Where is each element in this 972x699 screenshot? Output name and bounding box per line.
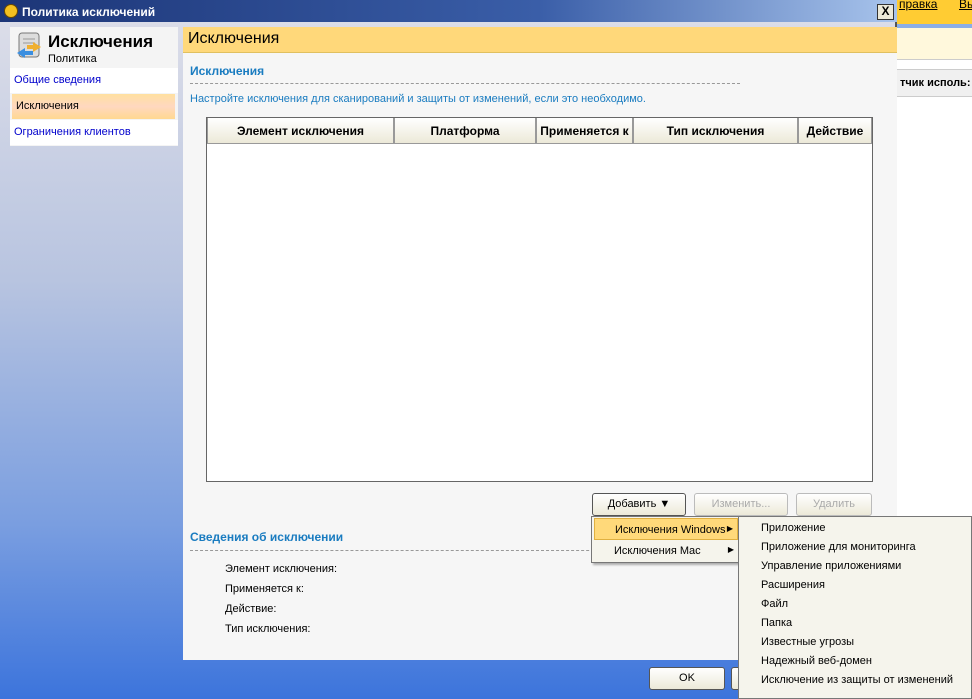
detail-label-type: Тип исключения: xyxy=(225,623,311,635)
close-button[interactable]: X xyxy=(877,4,894,20)
menu-link-help[interactable]: правка xyxy=(899,0,937,11)
exclusions-table[interactable]: Элемент исключения Платформа Применяется… xyxy=(206,117,873,482)
dropdown-arrow-icon: ▼ xyxy=(659,498,671,510)
edit-button[interactable]: Изменить... xyxy=(694,493,788,516)
add-button[interactable]: Добавить ▼ xyxy=(592,493,686,516)
window-title: Политика исключений xyxy=(22,5,156,19)
column-header-platform[interactable]: Платформа xyxy=(394,118,536,144)
add-button-label: Добавить xyxy=(607,498,657,510)
column-header-action[interactable]: Действие xyxy=(798,118,872,144)
sidebar-subtitle: Политика xyxy=(48,53,97,65)
delete-button[interactable]: Удалить xyxy=(796,493,872,516)
description: Настройте исключения для сканирований и … xyxy=(190,93,646,105)
sidebar: Исключения Политика Общие сведения Исклю… xyxy=(10,27,178,146)
menu-item-label: Исключения Mac xyxy=(614,545,701,557)
detail-label-item: Элемент исключения: xyxy=(225,563,338,575)
sidebar-item-general[interactable]: Общие сведения xyxy=(10,68,178,93)
background-menu-bar: правка Вы xyxy=(897,0,972,24)
windows-exclusions-submenu: Приложение Приложение для мониторинга Уп… xyxy=(738,516,972,699)
submenu-item-extensions[interactable]: Расширения xyxy=(761,579,825,591)
menu-link-exit[interactable]: Вы xyxy=(959,0,972,11)
background-banner xyxy=(897,28,972,60)
submenu-item-folder[interactable]: Папка xyxy=(761,617,792,629)
menu-item-windows-exclusions[interactable]: Исключения Windows ▶ xyxy=(594,518,738,540)
divider xyxy=(190,83,740,84)
ok-button[interactable]: OK xyxy=(649,667,725,690)
submenu-item-known-threats[interactable]: Известные угрозы xyxy=(761,636,854,648)
table-header: Элемент исключения Платформа Применяется… xyxy=(207,118,872,144)
submenu-item-application-control[interactable]: Управление приложениями xyxy=(761,560,901,572)
column-header-item[interactable]: Элемент исключения xyxy=(207,118,394,144)
detail-label-applies-to: Применяется к: xyxy=(225,583,304,595)
submenu-item-file[interactable]: Файл xyxy=(761,598,788,610)
menu-item-mac-exclusions[interactable]: Исключения Mac ▶ xyxy=(594,540,738,562)
submenu-item-application[interactable]: Приложение xyxy=(761,522,826,534)
column-header-type[interactable]: Тип исключения xyxy=(633,118,798,144)
submenu-item-trusted-web-domain[interactable]: Надежный веб-домен xyxy=(761,655,872,667)
details-title: Сведения об исключении xyxy=(190,530,344,544)
submenu-item-monitoring-application[interactable]: Приложение для мониторинга xyxy=(761,541,916,553)
sidebar-item-exclusions[interactable]: Исключения xyxy=(12,94,175,119)
shield-icon xyxy=(4,4,18,18)
page-title: Исключения xyxy=(183,27,897,53)
add-dropdown-menu: Исключения Windows ▶ Исключения Mac ▶ xyxy=(591,516,740,563)
detail-label-action: Действие: xyxy=(225,603,277,615)
title-bar[interactable]: Политика исключений xyxy=(0,0,897,22)
sidebar-title: Исключения xyxy=(48,32,154,51)
menu-item-label: Исключения Windows xyxy=(615,524,726,536)
submenu-arrow-icon: ▶ xyxy=(726,524,733,533)
scroll-icon xyxy=(17,32,41,58)
submenu-item-tamper-protection-exclusion[interactable]: Исключение из защиты от изменений xyxy=(761,674,953,686)
sidebar-item-client-restrictions[interactable]: Ограничения клиентов xyxy=(10,120,178,145)
column-header-applies-to[interactable]: Применяется к xyxy=(536,118,633,144)
background-column-header: тчик исполь: xyxy=(897,69,972,97)
section-title: Исключения xyxy=(190,64,265,78)
submenu-arrow-icon: ▶ xyxy=(727,545,734,554)
